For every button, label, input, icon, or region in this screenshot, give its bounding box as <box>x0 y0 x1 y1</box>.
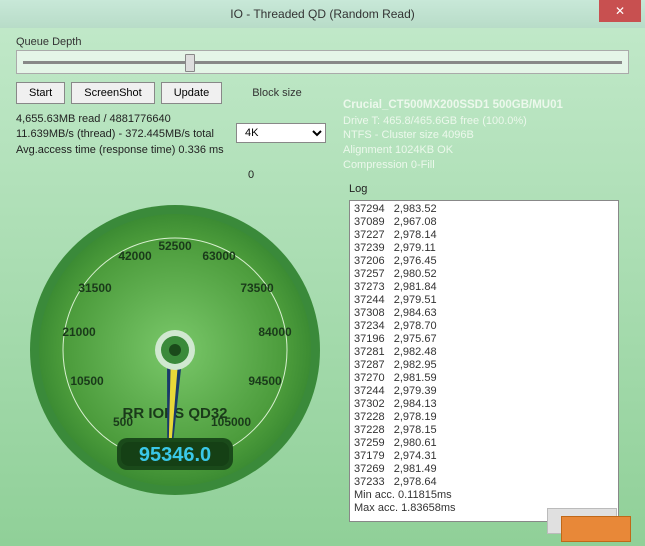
queue-depth-label: Queue Depth <box>16 36 629 48</box>
drive-info: Crucial_CT500MX200SSD1 500GB/MU01 Drive … <box>343 98 619 173</box>
log-row: 37239 2,979.11 <box>354 242 614 255</box>
queue-depth-slider[interactable] <box>16 50 629 74</box>
log-row: 37233 2,978.64 <box>354 476 614 489</box>
iops-gauge: 500 10500 21000 31500 42000 52500 63000 … <box>25 200 325 500</box>
drive-free: Drive T: 465.8/465.6GB free (100.0%) <box>343 114 619 129</box>
block-size-label: Block size <box>252 87 302 99</box>
log-row: 37228 2,978.15 <box>354 424 614 437</box>
block-size-select[interactable]: 4K <box>236 123 326 143</box>
drive-name: Crucial_CT500MX200SSD1 500GB/MU01 <box>343 98 619 114</box>
log-row: 37244 2,979.51 <box>354 294 614 307</box>
gauge-tick: 84000 <box>258 325 292 339</box>
update-button[interactable]: Update <box>161 82 222 104</box>
watermark-logo <box>525 508 645 546</box>
log-row: 37273 2,981.84 <box>354 281 614 294</box>
log-row: 37089 2,967.08 <box>354 216 614 229</box>
main-panel: Queue Depth Start ScreenShot Update Bloc… <box>0 28 645 546</box>
screenshot-button[interactable]: ScreenShot <box>71 82 154 104</box>
log-area[interactable]: 37294 2,983.5237089 2,967.0837227 2,978.… <box>349 200 619 522</box>
log-row: 37196 2,975.67 <box>354 333 614 346</box>
drive-align: Alignment 1024KB OK <box>343 143 619 158</box>
window-title: IO - Threaded QD (Random Read) <box>0 7 645 21</box>
log-row: 37228 2,978.19 <box>354 411 614 424</box>
log-row: 37227 2,978.14 <box>354 229 614 242</box>
log-row: 37259 2,980.61 <box>354 437 614 450</box>
gauge-tick: 94500 <box>248 374 282 388</box>
log-row: 37281 2,982.48 <box>354 346 614 359</box>
start-button[interactable]: Start <box>16 82 65 104</box>
log-row: 37244 2,979.39 <box>354 385 614 398</box>
slider-thumb[interactable] <box>185 54 195 72</box>
slider-track <box>23 61 622 64</box>
log-min: Min acc. 0.11815ms <box>354 489 614 502</box>
drive-comp: Compression 0-Fill <box>343 158 619 173</box>
gauge-tick: 73500 <box>240 281 274 295</box>
log-row: 37206 2,976.45 <box>354 255 614 268</box>
gauge-tick: 31500 <box>78 281 112 295</box>
log-row: 37294 2,983.52 <box>354 203 614 216</box>
titlebar: IO - Threaded QD (Random Read) ✕ <box>0 0 645 28</box>
log-row: 37287 2,982.95 <box>354 359 614 372</box>
gauge-lcd: 95346.0 <box>139 444 211 466</box>
gauge-tick: 10500 <box>70 374 104 388</box>
close-icon: ✕ <box>615 4 625 18</box>
drive-fs: NTFS - Cluster size 4096B <box>343 128 619 143</box>
log-row: 37179 2,974.31 <box>354 450 614 463</box>
gauge-tick: 63000 <box>202 249 236 263</box>
log-row: 37270 2,981.59 <box>354 372 614 385</box>
log-row: 37302 2,984.13 <box>354 398 614 411</box>
gauge-tick: 21000 <box>62 325 96 339</box>
log-label: Log <box>349 183 367 195</box>
gauge-tick: 42000 <box>118 249 152 263</box>
gauge-tick: 52500 <box>158 239 192 253</box>
log-row: 37234 2,978.70 <box>354 320 614 333</box>
close-button[interactable]: ✕ <box>599 0 641 22</box>
log-row: 37257 2,980.52 <box>354 268 614 281</box>
log-row: 37308 2,984.63 <box>354 307 614 320</box>
stats-zero: 0 <box>248 168 254 183</box>
log-row: 37269 2,981.49 <box>354 463 614 476</box>
